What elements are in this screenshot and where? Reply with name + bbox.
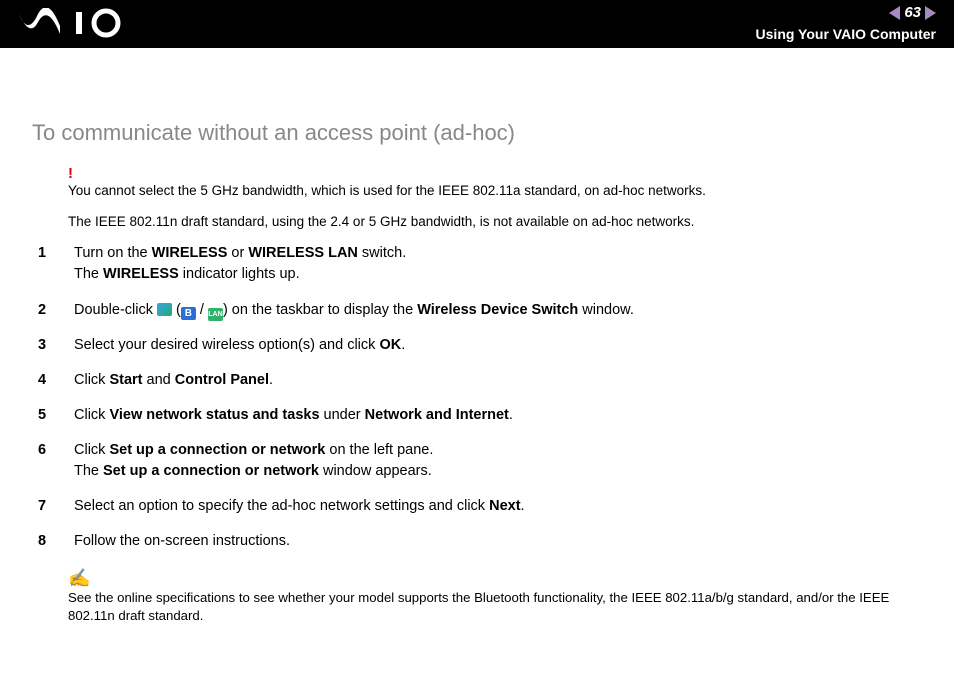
bluetooth-icon: B [181, 307, 196, 320]
page-nav: 63 [889, 4, 936, 21]
step-list: 1 Turn on the WIRELESS or WIRELESS LAN s… [32, 243, 932, 551]
tray-wireless-icon [157, 303, 172, 316]
section-title: To communicate without an access point (… [32, 120, 932, 146]
step-1: 1 Turn on the WIRELESS or WIRELESS LAN s… [32, 243, 932, 285]
step-4: 4 Click Start and Control Panel. [32, 370, 932, 391]
step-number: 2 [32, 300, 74, 321]
footnote: ✍ See the online specifications to see w… [68, 566, 932, 626]
step-number: 4 [32, 370, 74, 391]
step-number: 7 [32, 496, 74, 517]
step-3: 3 Select your desired wireless option(s)… [32, 335, 932, 356]
step-2: 2 Double-click (B / LAN) on the taskbar … [32, 300, 932, 321]
warning-note: ! You cannot select the 5 GHz bandwidth,… [68, 164, 932, 200]
page-number: 63 [904, 4, 921, 21]
exclamation-icon: ! [68, 164, 932, 184]
step-number: 8 [32, 531, 74, 552]
note-icon: ✍ [68, 566, 932, 591]
prev-page-arrow-icon[interactable] [889, 6, 900, 20]
warning-text: You cannot select the 5 GHz bandwidth, w… [68, 183, 706, 198]
step-8: 8 Follow the on-screen instructions. [32, 531, 932, 552]
lan-icon: LAN [208, 308, 223, 321]
step-7: 7 Select an option to specify the ad-hoc… [32, 496, 932, 517]
step-number: 3 [32, 335, 74, 356]
footnote-text: See the online specifications to see whe… [68, 590, 889, 623]
info-text: The IEEE 802.11n draft standard, using t… [68, 214, 932, 229]
page-content: To communicate without an access point (… [0, 48, 954, 626]
step-number: 6 [32, 440, 74, 461]
step-number: 5 [32, 405, 74, 426]
step-number: 1 [32, 243, 74, 264]
step-5: 5 Click View network status and tasks un… [32, 405, 932, 426]
vaio-logo [18, 8, 128, 43]
chapter-title: Using Your VAIO Computer [756, 26, 936, 42]
next-page-arrow-icon[interactable] [925, 6, 936, 20]
step-6: 6 Click Set up a connection or network o… [32, 440, 932, 482]
header-bar: 63 Using Your VAIO Computer [0, 0, 954, 48]
